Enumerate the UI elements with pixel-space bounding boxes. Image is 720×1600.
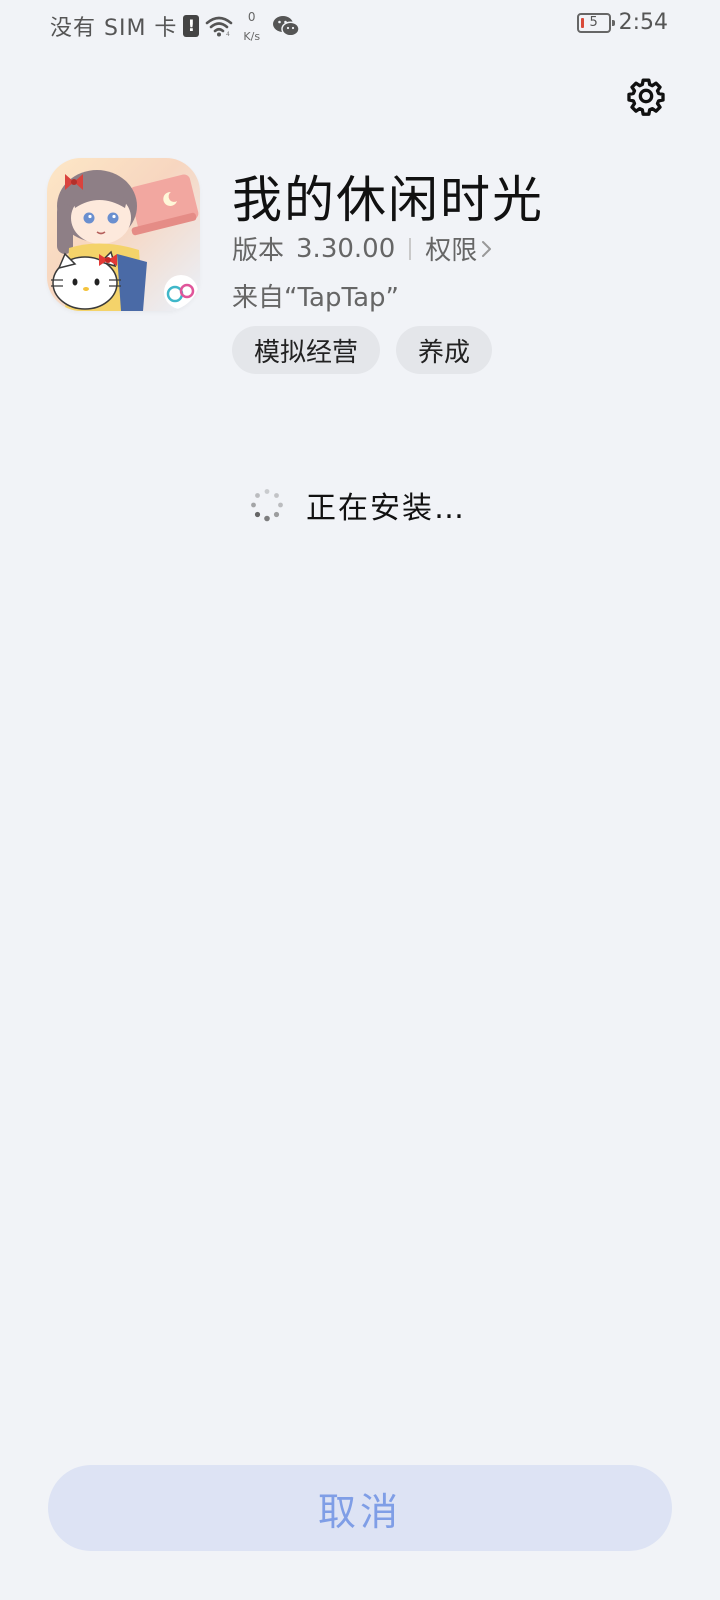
status-right: 5 2:54 [576, 10, 668, 35]
battery-level: 5 [589, 15, 598, 30]
app-tags: 模拟经营 养成 [232, 326, 493, 374]
installing-status: 正在安装… [306, 491, 466, 526]
version-value: 3.30.00 [296, 233, 396, 264]
loading-spinner-icon [251, 489, 283, 522]
status-bar: 没有 SIM 卡 ! 4 0 K/s 5 2:54 [0, 0, 720, 50]
tag-simulation[interactable]: 模拟经营 [232, 326, 381, 374]
svg-text:4: 4 [226, 31, 230, 37]
wifi-icon: 4 [206, 16, 233, 37]
install-progress: 正在安装… [250, 483, 466, 527]
install-screen: 没有 SIM 卡 ! 4 0 K/s 5 2:54 我的休闲时光 版本 3.30… [0, 0, 720, 1600]
app-icon [47, 158, 200, 311]
app-name: 我的休闲时光 [232, 171, 544, 229]
app-meta-row: 版本 3.30.00 权限 [232, 230, 493, 267]
wechat-icon [273, 16, 300, 37]
app-artwork [51, 170, 199, 311]
meta-divider [409, 237, 412, 260]
permissions-label: 权限 [425, 236, 478, 266]
cancel-button[interactable]: 取消 [48, 1465, 672, 1551]
chevron-right-icon [482, 240, 492, 257]
status-left: 没有 SIM 卡 ! 4 0 K/s [50, 10, 300, 42]
permissions-link[interactable]: 权限 [425, 230, 493, 267]
battery-icon: 5 [576, 12, 615, 33]
tag-nurture[interactable]: 养成 [396, 326, 493, 374]
app-source: 来自“TapTap” [232, 283, 399, 313]
network-speed-unit: K/s [243, 29, 261, 43]
version-label: 版本 [232, 236, 285, 266]
gear-icon [627, 78, 665, 116]
network-speed-value: 0 [247, 9, 256, 24]
sim-alert-icon: ! [183, 15, 200, 37]
clock: 2:54 [618, 10, 668, 35]
network-speed: 0 K/s [243, 11, 260, 42]
settings-button[interactable] [624, 74, 668, 118]
carrier-text: 没有 SIM 卡 [50, 16, 178, 41]
